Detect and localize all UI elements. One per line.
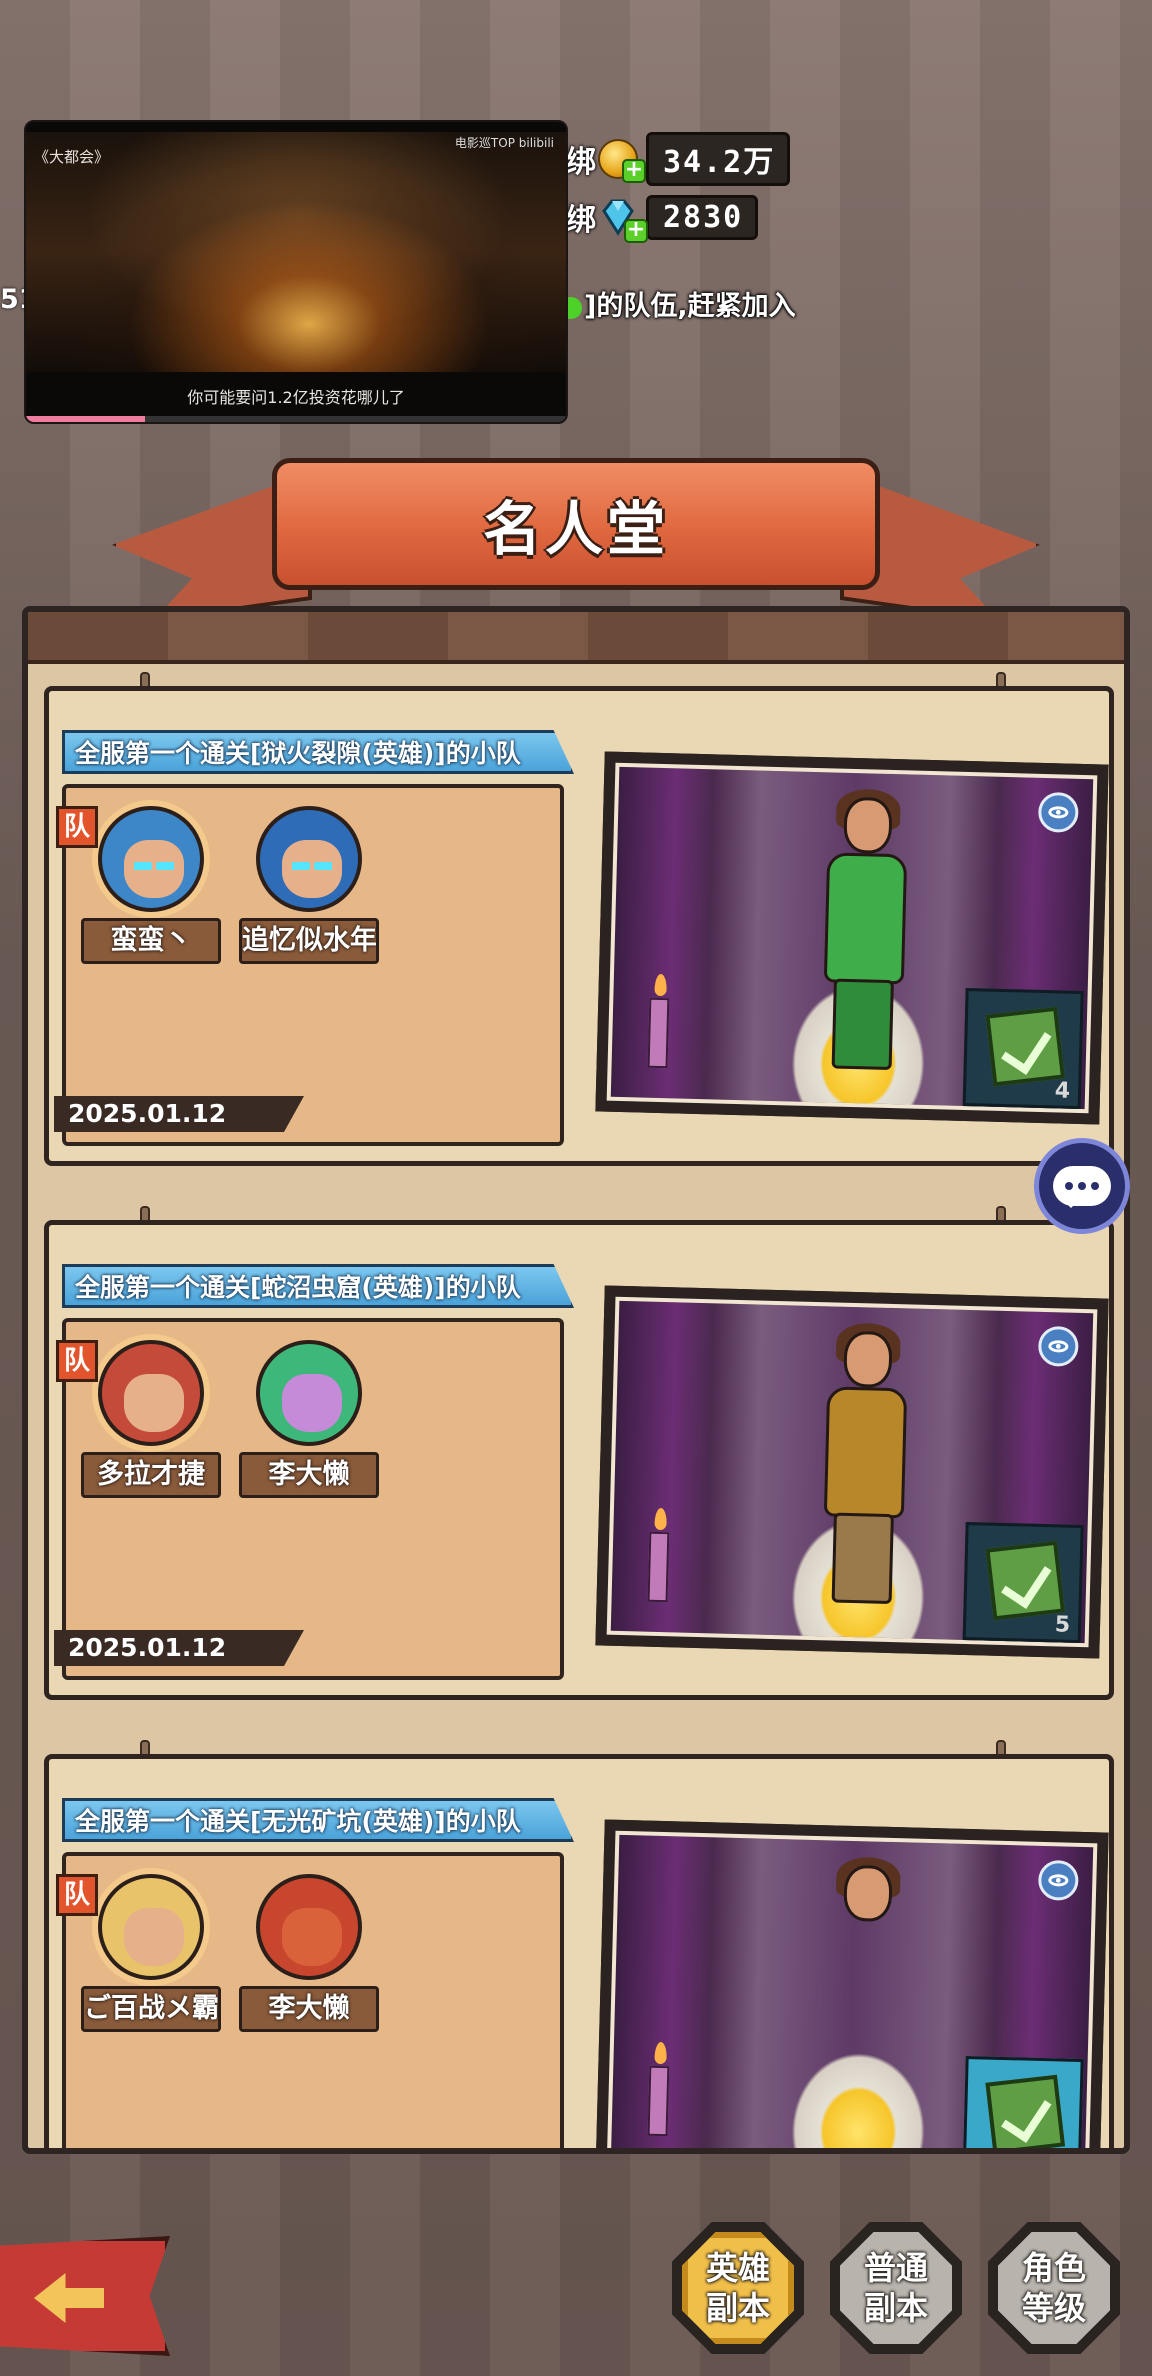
tab-normal-dungeon[interactable]: 普通 副本 bbox=[830, 2222, 962, 2354]
leader-badge: 队 bbox=[56, 1874, 98, 1916]
team-member[interactable]: 李大懒 bbox=[234, 1874, 384, 2032]
video-player[interactable]: 《大都会》 电影巡TOP bilibili 你可能要问1.2亿投资花哪儿了 bbox=[24, 120, 568, 424]
hero-showcase[interactable]: 4 bbox=[595, 751, 1109, 1125]
tab-label: 普通 副本 bbox=[840, 2232, 952, 2344]
member-name: 李大懒 bbox=[239, 1986, 379, 2032]
video-subtitle: 你可能要问1.2亿投资花哪儿了 bbox=[187, 388, 405, 407]
checkmark-icon bbox=[985, 1006, 1066, 1087]
member-name: 李大懒 bbox=[239, 1452, 379, 1498]
clear-badge: 4 bbox=[962, 987, 1084, 1110]
bearded-king-avatar bbox=[98, 1874, 204, 1980]
tab-hero-dungeon[interactable]: 英雄 副本 bbox=[672, 2222, 804, 2354]
member-name: ご百战メ霸 bbox=[81, 1986, 221, 2032]
candle-icon bbox=[647, 997, 670, 1069]
clear-badge: 5 bbox=[962, 2055, 1084, 2148]
member-name: 多拉才捷 bbox=[81, 1452, 221, 1498]
plus-icon[interactable]: + bbox=[624, 219, 648, 243]
bind-label: 绑 bbox=[566, 145, 596, 180]
hero-showcase[interactable]: 5 bbox=[595, 1819, 1109, 2148]
chat-bubble-icon bbox=[1053, 1166, 1111, 1208]
clear-count: 5 bbox=[1054, 1612, 1071, 1638]
record-title: 全服第一个通关[狱火裂隙(英雄)]的小队 bbox=[62, 730, 574, 774]
record-card: 全服第一个通关[无光矿坑(英雄)]的小队 队 ご百战メ霸 李大懒 bbox=[44, 1740, 1114, 2148]
team-member[interactable]: 李大懒 bbox=[234, 1340, 384, 1498]
announcement-text[interactable]: ]的队伍,赶紧加入 bbox=[560, 284, 796, 323]
page-title-banner: 名人堂 bbox=[272, 458, 880, 590]
team-box: 队 多拉才捷 李大懒 bbox=[56, 1318, 564, 1680]
eye-icon[interactable] bbox=[1037, 1325, 1079, 1367]
diamond-currency[interactable]: 绑 + 2830 bbox=[566, 194, 759, 243]
clear-badge: 5 bbox=[962, 1521, 1084, 1644]
team-member[interactable]: 蛮蛮丶 bbox=[76, 806, 226, 964]
hero-figure bbox=[801, 788, 929, 1091]
checkmark-icon bbox=[985, 2074, 1066, 2148]
hero-figure bbox=[801, 1322, 929, 1625]
clear-count: 4 bbox=[1054, 1078, 1071, 1104]
hero-figure bbox=[801, 1856, 929, 2148]
team-box: 队 ご百战メ霸 李大懒 bbox=[56, 1852, 564, 2148]
back-arrow-icon bbox=[34, 2273, 104, 2323]
leader-badge: 队 bbox=[56, 806, 98, 848]
video-logo: 电影巡TOP bilibili bbox=[454, 136, 554, 150]
clear-count: 5 bbox=[1054, 2146, 1070, 2148]
gold-currency[interactable]: 绑 + 34.2万 bbox=[566, 132, 791, 186]
tab-label: 英雄 副本 bbox=[682, 2232, 794, 2344]
green-elf-avatar bbox=[256, 1340, 362, 1446]
hero-showcase[interactable]: 5 bbox=[595, 1285, 1109, 1659]
eye-icon[interactable] bbox=[1037, 1859, 1079, 1901]
video-progress-bar[interactable] bbox=[26, 416, 566, 422]
candle-icon bbox=[647, 2065, 670, 2137]
team-member[interactable]: 多拉才捷 bbox=[76, 1340, 226, 1498]
video-progress-fill bbox=[26, 416, 145, 422]
record-title: 全服第一个通关[无光矿坑(英雄)]的小队 bbox=[62, 1798, 574, 1842]
announcement-label: ]的队伍,赶紧加入 bbox=[584, 291, 796, 322]
page-title: 名人堂 bbox=[482, 495, 669, 563]
video-frame bbox=[26, 132, 566, 372]
member-name: 追忆似水年 bbox=[239, 918, 379, 964]
record-card: 全服第一个通关[蛇沼虫窟(英雄)]的小队 队 多拉才捷 李大懒 2025.01.… bbox=[44, 1206, 1114, 1714]
clear-date: 2025.01.12 12:24 bbox=[54, 1096, 304, 1132]
back-button[interactable] bbox=[0, 2236, 170, 2356]
blue-hood-mage-avatar bbox=[98, 806, 204, 912]
hall-of-fame-panel[interactable]: 全服第一个通关[狱火裂隙(英雄)]的小队 队 蛮蛮丶 追忆似水年 2025.01… bbox=[22, 606, 1130, 2154]
team-member[interactable]: 追忆似水年 bbox=[234, 806, 384, 964]
red-hood-warrior-avatar bbox=[98, 1340, 204, 1446]
record-title: 全服第一个通关[蛇沼虫窟(英雄)]的小队 bbox=[62, 1264, 574, 1308]
team-member[interactable]: ご百战メ霸 bbox=[76, 1874, 226, 2032]
panel-top-beam bbox=[28, 612, 1124, 664]
gold-amount: 34.2万 bbox=[646, 132, 791, 186]
eye-icon[interactable] bbox=[1037, 791, 1079, 833]
tab-label: 角色 等级 bbox=[998, 2232, 1110, 2344]
red-dragon-avatar bbox=[256, 1874, 362, 1980]
chat-button[interactable] bbox=[1034, 1138, 1130, 1234]
tab-character-level[interactable]: 角色 等级 bbox=[988, 2222, 1120, 2354]
bind-label: 绑 bbox=[566, 203, 596, 238]
plus-icon[interactable]: + bbox=[622, 159, 646, 183]
team-box: 队 蛮蛮丶 追忆似水年 bbox=[56, 784, 564, 1146]
leader-badge: 队 bbox=[56, 1340, 98, 1382]
diamond-amount: 2830 bbox=[646, 194, 759, 240]
candle-icon bbox=[647, 1531, 670, 1603]
clear-date: 2025.01.12 22:40 bbox=[54, 1630, 304, 1666]
video-title: 《大都会》 bbox=[34, 148, 110, 166]
gold-coin-icon: + bbox=[598, 139, 646, 183]
checkmark-icon bbox=[985, 1540, 1066, 1621]
blue-hood-mage-avatar bbox=[256, 806, 362, 912]
record-card: 全服第一个通关[狱火裂隙(英雄)]的小队 队 蛮蛮丶 追忆似水年 2025.01… bbox=[44, 672, 1114, 1180]
member-name: 蛮蛮丶 bbox=[81, 918, 221, 964]
diamond-icon: + bbox=[598, 197, 648, 243]
